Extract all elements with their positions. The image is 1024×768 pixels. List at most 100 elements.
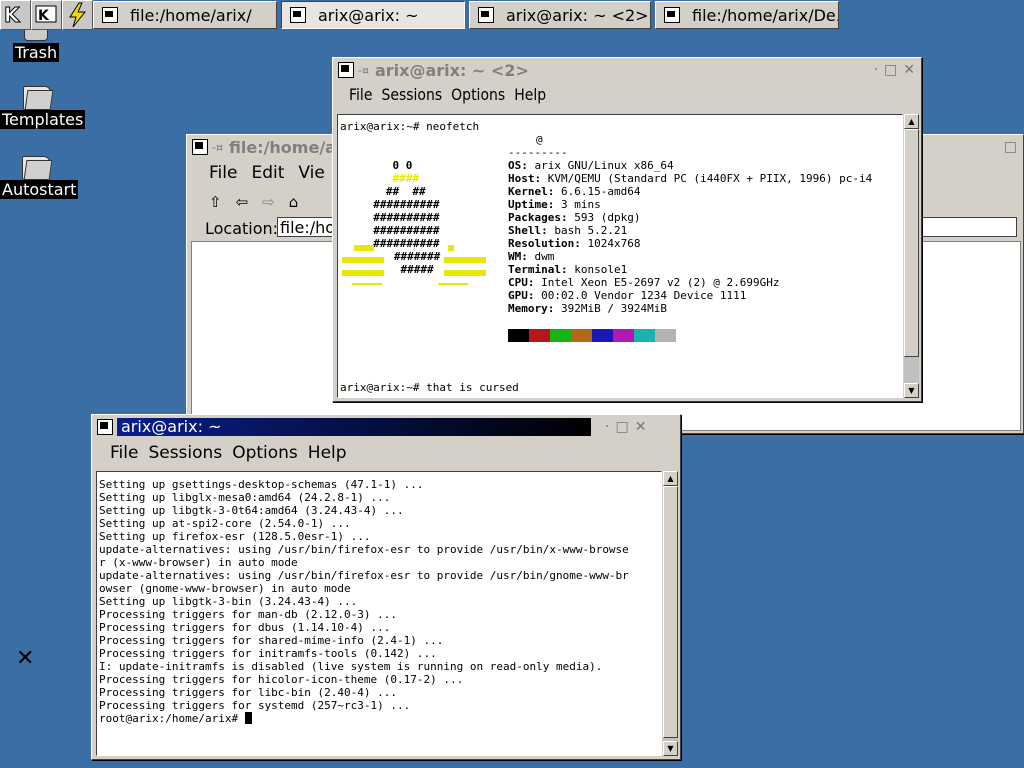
palette-swatch xyxy=(592,329,613,342)
terminal-icon xyxy=(478,7,494,23)
shade-icon[interactable]: · xyxy=(605,419,609,435)
shade-icon[interactable]: · xyxy=(874,62,878,78)
terminal-line: owser (gnome-www-browser) in auto mode xyxy=(99,582,351,595)
kde-menu-icon[interactable]: K xyxy=(0,0,31,30)
terminal-line: arix@arix:~# that is cursed xyxy=(340,381,519,394)
terminal-prompt-line[interactable]: root@arix:/home/arix# xyxy=(99,712,661,725)
task-file-manager-desktop[interactable]: file:/home/arix/De... xyxy=(655,1,839,29)
menu-options[interactable]: Options xyxy=(451,86,505,104)
svg-text:K: K xyxy=(38,8,50,24)
task-terminal-1[interactable]: arix@arix: ~ xyxy=(281,1,465,29)
location-label: Location: xyxy=(205,219,279,238)
menu-file[interactable]: File xyxy=(349,86,372,104)
text-cursor xyxy=(244,712,252,724)
menu-options[interactable]: Options xyxy=(232,443,298,463)
palette-swatch xyxy=(550,329,571,342)
folder-icon xyxy=(22,152,53,180)
minimize-icon[interactable]: □ xyxy=(1004,139,1017,155)
menu-view[interactable]: Vie xyxy=(298,163,324,183)
folder-icon xyxy=(23,82,54,110)
info-line: Shell: bash 5.2.21 xyxy=(508,224,628,237)
info-line: Resolution: 1024x768 xyxy=(508,237,641,250)
palette-swatch xyxy=(529,329,550,342)
terminal-line: Processing triggers for dbus (1.14.10-4)… xyxy=(99,621,391,634)
window-titlebar[interactable]: arix@arix: ~ · □ ✕ xyxy=(94,417,678,437)
terminal-line: Setting up libgtk-3-bin (3.24.43-4) ... xyxy=(99,595,358,608)
info-line: Host: KVM/QEMU (Standard PC (i440FX + PI… xyxy=(508,172,873,185)
scroll-thumb[interactable] xyxy=(904,129,919,357)
menu-sessions[interactable]: Sessions xyxy=(381,86,442,104)
info-line: OS: arix GNU/Linux x86_64 xyxy=(508,159,674,172)
scroll-down-icon[interactable]: ▼ xyxy=(663,741,678,756)
scroll-up-icon[interactable]: ▲ xyxy=(663,471,678,486)
maximize-icon[interactable]: □ xyxy=(884,62,897,78)
menubar: File Sessions Options Help xyxy=(110,443,347,463)
home-icon[interactable]: ⌂ xyxy=(289,193,299,211)
terminal-line: Processing triggers for hicolor-icon-the… xyxy=(99,673,464,686)
task-terminal-2[interactable]: arix@arix: ~ <2> xyxy=(469,1,651,29)
desktop-icon-trash[interactable]: Trash xyxy=(10,30,62,62)
logo-line: ########## xyxy=(360,211,440,224)
color-palette xyxy=(508,329,676,342)
desktop-icon-templates[interactable]: Templates xyxy=(0,82,86,129)
palette-swatch xyxy=(571,329,592,342)
task-label: file:/home/arix/ xyxy=(130,5,252,25)
terminal-output[interactable]: arix@arix:~# neofetch @ --------- 0 0 ##… xyxy=(337,114,903,398)
scroll-up-icon[interactable]: ▲ xyxy=(904,114,919,129)
terminal-line: Setting up libgtk-3-0t64:amd64 (3.24.43-… xyxy=(99,504,404,517)
scrollbar[interactable]: ▲ ▼ xyxy=(663,471,678,756)
neofetch-info: OS: arix GNU/Linux x86_64 Host: KVM/QEMU… xyxy=(508,159,872,315)
window-icon xyxy=(192,139,208,155)
maximize-icon[interactable]: □ xyxy=(615,419,628,435)
menu-file[interactable]: File xyxy=(110,443,138,463)
menu-edit[interactable]: Edit xyxy=(251,163,284,183)
scroll-thumb[interactable] xyxy=(663,486,678,738)
scroll-down-icon[interactable]: ▼ xyxy=(904,383,919,398)
menu-sessions[interactable]: Sessions xyxy=(148,443,222,463)
info-line: CPU: Intel Xeon E5-2697 v2 (2) @ 2.699GH… xyxy=(508,276,780,289)
desktop-icon-label: Trash xyxy=(12,43,60,62)
task-file-manager-home[interactable]: file:/home/arix/ xyxy=(93,1,277,29)
pin-icon[interactable]: -¤ xyxy=(212,141,223,154)
neofetch-user: @ xyxy=(536,133,543,146)
close-icon[interactable]: ✕ xyxy=(635,419,647,435)
pin-icon[interactable]: -¤ xyxy=(358,64,369,77)
tux-feet-icon xyxy=(338,245,508,285)
scrollbar[interactable]: ▲ ▼ xyxy=(904,114,919,398)
logo-line: ########## xyxy=(360,198,440,211)
menu-file[interactable]: File xyxy=(209,163,237,183)
window-icon xyxy=(102,7,118,23)
menu-help[interactable]: Help xyxy=(308,443,347,463)
window-icon xyxy=(664,7,680,23)
taskbar: K K file:/home/arix/ arix@arix: ~ arix@a… xyxy=(0,0,1024,30)
forward-arrow-icon[interactable]: ⇨ xyxy=(262,193,275,211)
trash-icon xyxy=(24,30,48,41)
terminal-line: Processing triggers for initramfs-tools … xyxy=(99,647,437,660)
terminal-icon xyxy=(290,7,306,23)
desktop-icon-autostart[interactable]: Autostart xyxy=(0,152,79,199)
terminal-window-2: -¤ arix@arix: ~ <2> · □ ✕ File Sessions … xyxy=(332,57,922,402)
palette-swatch xyxy=(613,329,634,342)
back-arrow-icon[interactable]: ⇦ xyxy=(236,193,249,211)
info-line: Uptime: 3 mins xyxy=(508,198,601,211)
close-icon[interactable]: ✕ xyxy=(903,62,915,78)
palette-swatch xyxy=(508,329,529,342)
palette-swatch xyxy=(655,329,676,342)
window-title: arix@arix: ~ xyxy=(117,418,591,436)
terminal-line: Processing triggers for libc-bin (2.40-4… xyxy=(99,686,398,699)
window-titlebar[interactable]: -¤ arix@arix: ~ <2> · □ ✕ xyxy=(335,60,919,80)
menu-help[interactable]: Help xyxy=(514,86,546,104)
terminal-line: arix@arix:~# neofetch xyxy=(340,120,480,133)
terminal-output[interactable]: Setting up gsettings-desktop-schemas (47… xyxy=(96,471,662,756)
close-x-icon[interactable]: ✕ xyxy=(16,646,34,671)
info-line: Memory: 392MiB / 3924MiB xyxy=(508,302,667,315)
info-line: Terminal: konsole1 xyxy=(508,263,628,276)
lightning-icon[interactable] xyxy=(62,0,93,30)
konsole-launcher-icon[interactable]: K xyxy=(31,0,62,30)
up-arrow-icon[interactable]: ⇧ xyxy=(209,193,222,211)
desktop-icon-label: Autostart xyxy=(0,180,79,199)
task-label: arix@arix: ~ xyxy=(318,5,419,25)
logo-line: ########## xyxy=(360,224,440,237)
terminal-line: Setting up gsettings-desktop-schemas (47… xyxy=(99,478,424,491)
terminal-window-1: arix@arix: ~ · □ ✕ File Sessions Options… xyxy=(91,414,681,760)
